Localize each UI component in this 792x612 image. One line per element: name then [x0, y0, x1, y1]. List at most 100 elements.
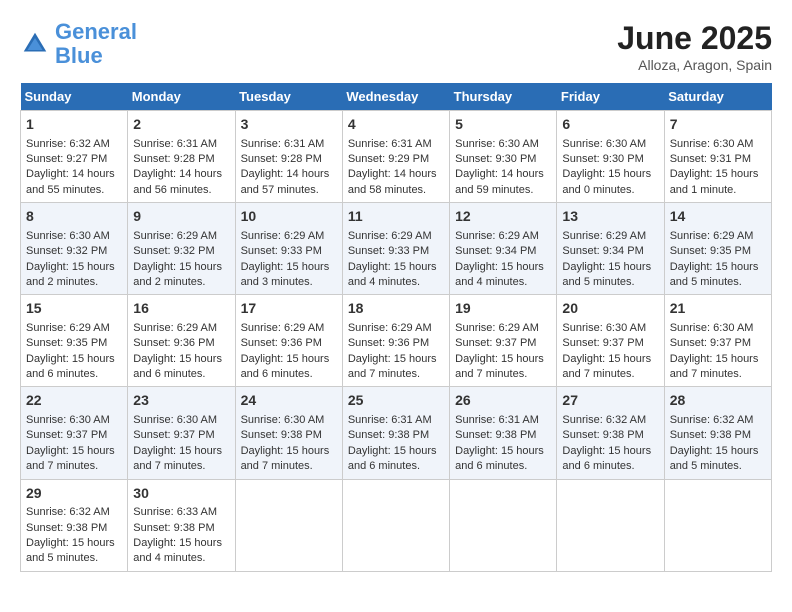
daylight-text: Daylight: 15 hours and 6 minutes.: [455, 445, 544, 472]
sunrise-text: Sunrise: 6:30 AM: [133, 414, 217, 426]
column-header-tuesday: Tuesday: [235, 83, 342, 111]
day-number: 17: [241, 299, 337, 319]
title-block: June 2025 Alloza, Aragon, Spain: [617, 20, 772, 73]
empty-cell: [342, 479, 449, 571]
daylight-text: Daylight: 15 hours and 6 minutes.: [133, 353, 222, 380]
sunrise-text: Sunrise: 6:29 AM: [455, 230, 539, 242]
day-number: 5: [455, 115, 551, 135]
day-number: 21: [670, 299, 766, 319]
column-header-thursday: Thursday: [450, 83, 557, 111]
sunset-text: Sunset: 9:30 PM: [562, 153, 643, 165]
calendar-day-cell: 13Sunrise: 6:29 AMSunset: 9:34 PMDayligh…: [557, 203, 664, 295]
calendar-week-row: 29 Sunrise: 6:32 AM Sunset: 9:38 PM Dayligh…: [21, 479, 772, 571]
calendar-day-cell: 10 Sunrise: 6:29 AM Sunset: 9:33 PM Dayligh…: [235, 203, 342, 295]
calendar-week-row: 8Sunrise: 6:30 AMSunset: 9:32 PMDaylight…: [21, 203, 772, 295]
sunset-text: Sunset: 9:30 PM: [455, 153, 536, 165]
daylight-text: Daylight: 15 hours and 6 minutes.: [348, 445, 437, 472]
sunrise-text: Sunrise: 6:32 AM: [26, 138, 110, 150]
day-number: 9: [133, 207, 229, 227]
daylight-text: Daylight: 15 hours and 4 minutes.: [133, 537, 222, 564]
calendar-day-cell: 11Sunrise: 6:29 AMSunset: 9:33 PMDayligh…: [342, 203, 449, 295]
sunset-text: Sunset: 9:34 PM: [562, 245, 643, 257]
calendar-day-cell: 28Sunrise: 6:32 AMSunset: 9:38 PMDayligh…: [664, 387, 771, 479]
day-number: 11: [348, 207, 444, 227]
column-header-sunday: Sunday: [21, 83, 128, 111]
daylight-text: Daylight: 15 hours and 7 minutes.: [670, 353, 759, 380]
day-number: 10: [241, 207, 337, 227]
day-number: 27: [562, 391, 658, 411]
day-number: 14: [670, 207, 766, 227]
day-number: 20: [562, 299, 658, 319]
day-number: 22: [26, 391, 122, 411]
day-number: 29: [26, 484, 122, 504]
empty-cell: [235, 479, 342, 571]
daylight-text: Daylight: 15 hours and 7 minutes.: [241, 445, 330, 472]
calendar-day-cell: 29 Sunrise: 6:32 AM Sunset: 9:38 PM Dayligh…: [21, 479, 128, 571]
day-number: 13: [562, 207, 658, 227]
daylight-text: Daylight: 15 hours and 5 minutes.: [562, 261, 651, 288]
calendar-day-cell: 18Sunrise: 6:29 AMSunset: 9:36 PMDayligh…: [342, 295, 449, 387]
day-number: 4: [348, 115, 444, 135]
daylight-text: Daylight: 15 hours and 7 minutes.: [455, 353, 544, 380]
sunset-text: Sunset: 9:31 PM: [670, 153, 751, 165]
calendar-table: SundayMondayTuesdayWednesdayThursdayFrid…: [20, 83, 772, 572]
calendar-day-cell: 24Sunrise: 6:30 AMSunset: 9:38 PMDayligh…: [235, 387, 342, 479]
calendar-day-cell: 20Sunrise: 6:30 AMSunset: 9:37 PMDayligh…: [557, 295, 664, 387]
sunrise-text: Sunrise: 6:29 AM: [133, 322, 217, 334]
column-header-monday: Monday: [128, 83, 235, 111]
daylight-text: Daylight: 15 hours and 3 minutes.: [241, 261, 330, 288]
daylight-text: Daylight: 15 hours and 0 minutes.: [562, 168, 651, 195]
sunrise-text: Sunrise: 6:32 AM: [670, 414, 754, 426]
sunset-text: Sunset: 9:38 PM: [26, 522, 107, 534]
daylight-text: Daylight: 14 hours and 56 minutes.: [133, 168, 222, 195]
sunset-text: Sunset: 9:32 PM: [133, 245, 214, 257]
sunrise-text: Sunrise: 6:31 AM: [241, 138, 325, 150]
sunrise-text: Sunrise: 6:31 AM: [133, 138, 217, 150]
sunset-text: Sunset: 9:28 PM: [133, 153, 214, 165]
column-header-wednesday: Wednesday: [342, 83, 449, 111]
empty-cell: [664, 479, 771, 571]
day-number: 1: [26, 115, 122, 135]
day-number: 3: [241, 115, 337, 135]
sunset-text: Sunset: 9:37 PM: [455, 337, 536, 349]
sunrise-text: Sunrise: 6:30 AM: [26, 414, 110, 426]
sunrise-text: Sunrise: 6:31 AM: [348, 414, 432, 426]
location: Alloza, Aragon, Spain: [617, 57, 772, 73]
daylight-text: Daylight: 14 hours and 59 minutes.: [455, 168, 544, 195]
calendar-day-cell: 16Sunrise: 6:29 AMSunset: 9:36 PMDayligh…: [128, 295, 235, 387]
day-number: 8: [26, 207, 122, 227]
calendar-week-row: 15Sunrise: 6:29 AMSunset: 9:35 PMDayligh…: [21, 295, 772, 387]
daylight-text: Daylight: 14 hours and 55 minutes.: [26, 168, 115, 195]
sunrise-text: Sunrise: 6:29 AM: [26, 322, 110, 334]
sunset-text: Sunset: 9:27 PM: [26, 153, 107, 165]
daylight-text: Daylight: 15 hours and 1 minute.: [670, 168, 759, 195]
sunset-text: Sunset: 9:37 PM: [26, 429, 107, 441]
sunrise-text: Sunrise: 6:33 AM: [133, 506, 217, 518]
sunrise-text: Sunrise: 6:30 AM: [670, 138, 754, 150]
calendar-day-cell: 15Sunrise: 6:29 AMSunset: 9:35 PMDayligh…: [21, 295, 128, 387]
daylight-text: Daylight: 15 hours and 2 minutes.: [133, 261, 222, 288]
sunrise-text: Sunrise: 6:32 AM: [562, 414, 646, 426]
sunset-text: Sunset: 9:33 PM: [241, 245, 322, 257]
sunrise-text: Sunrise: 6:31 AM: [455, 414, 539, 426]
daylight-text: Daylight: 15 hours and 6 minutes.: [26, 353, 115, 380]
sunrise-text: Sunrise: 6:32 AM: [26, 506, 110, 518]
day-number: 26: [455, 391, 551, 411]
daylight-text: Daylight: 15 hours and 7 minutes.: [133, 445, 222, 472]
column-header-saturday: Saturday: [664, 83, 771, 111]
day-number: 12: [455, 207, 551, 227]
sunset-text: Sunset: 9:36 PM: [348, 337, 429, 349]
sunrise-text: Sunrise: 6:29 AM: [241, 230, 325, 242]
day-number: 16: [133, 299, 229, 319]
day-number: 30: [133, 484, 229, 504]
daylight-text: Daylight: 15 hours and 5 minutes.: [26, 537, 115, 564]
calendar-day-cell: 5Sunrise: 6:30 AMSunset: 9:30 PMDaylight…: [450, 111, 557, 203]
day-number: 15: [26, 299, 122, 319]
calendar-day-cell: 30Sunrise: 6:33 AMSunset: 9:38 PMDayligh…: [128, 479, 235, 571]
sunset-text: Sunset: 9:37 PM: [670, 337, 751, 349]
logo: General Blue: [20, 20, 137, 68]
logo-line2: Blue: [55, 43, 103, 68]
sunset-text: Sunset: 9:29 PM: [348, 153, 429, 165]
sunrise-text: Sunrise: 6:29 AM: [348, 230, 432, 242]
sunset-text: Sunset: 9:33 PM: [348, 245, 429, 257]
